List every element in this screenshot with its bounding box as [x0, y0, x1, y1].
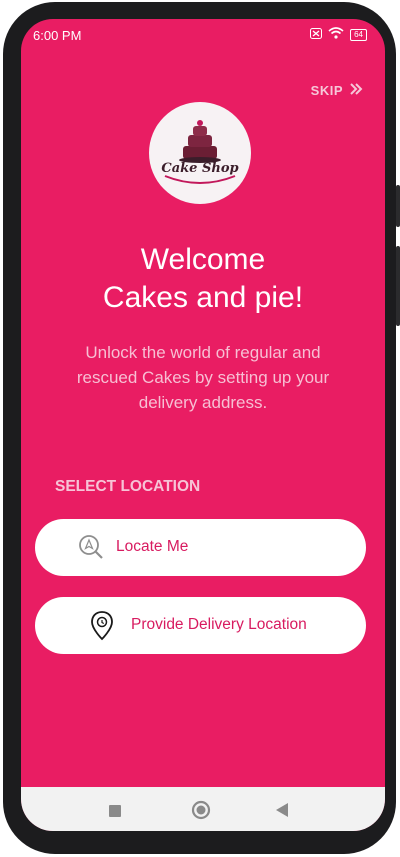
phone-frame: 6:00 PM 64 SKIP Cake Shop Welcome Cakes …	[3, 2, 400, 854]
welcome-title: Welcome Cakes and pie!	[21, 241, 385, 317]
recents-nav-icon[interactable]	[109, 804, 121, 822]
map-pin-icon	[90, 610, 114, 647]
locate-me-label: Locate Me	[116, 538, 189, 555]
status-bar: 6:00 PM 64	[21, 19, 385, 51]
skip-label: SKIP	[310, 83, 343, 98]
battery-icon: 64	[350, 28, 367, 41]
power-button	[396, 185, 400, 227]
volume-button	[396, 246, 400, 326]
home-nav-icon[interactable]	[191, 800, 211, 825]
skip-button[interactable]: SKIP	[311, 83, 363, 98]
welcome-line-1: Welcome	[140, 243, 266, 276]
app-screen: 6:00 PM 64 SKIP Cake Shop Welcome Cakes …	[21, 19, 385, 831]
cake-shop-logo: Cake Shop	[149, 102, 251, 204]
search-location-icon	[77, 533, 105, 566]
select-location-label: SELECT LOCATION	[55, 478, 201, 495]
locate-me-button[interactable]: Locate Me	[35, 519, 366, 576]
provide-delivery-location-label: Provide Delivery Location	[131, 616, 307, 633]
cake-icon	[164, 120, 236, 184]
status-icons: 64	[310, 27, 367, 42]
skip-chevrons-icon	[349, 83, 363, 98]
wifi-icon	[328, 27, 344, 42]
status-time: 6:00 PM	[33, 28, 82, 43]
back-nav-icon[interactable]	[276, 803, 288, 822]
welcome-subtitle: Unlock the world of regular and rescued …	[76, 343, 330, 412]
logo-text: Cake Shop	[161, 161, 239, 176]
system-nav-bar	[21, 787, 385, 831]
provide-delivery-location-button[interactable]: Provide Delivery Location	[35, 597, 366, 654]
welcome-line-2: Cakes and pie!	[102, 281, 304, 314]
sim-icon	[310, 27, 323, 42]
